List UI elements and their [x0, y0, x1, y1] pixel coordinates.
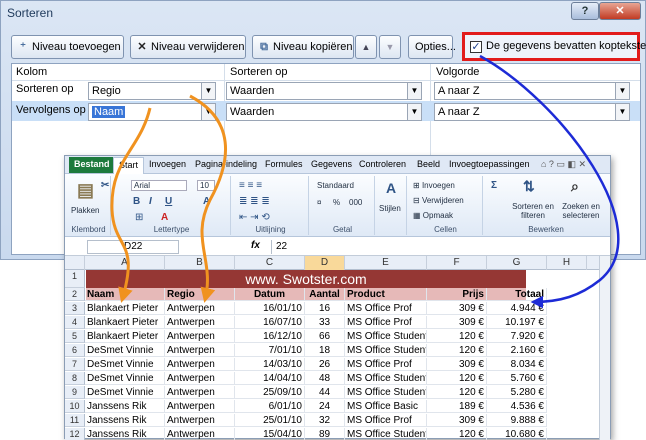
arrow-headers [479, 54, 620, 309]
annotation-arrows [110, 54, 620, 309]
arrow-regio [189, 94, 228, 303]
arrow-naam [110, 107, 152, 303]
